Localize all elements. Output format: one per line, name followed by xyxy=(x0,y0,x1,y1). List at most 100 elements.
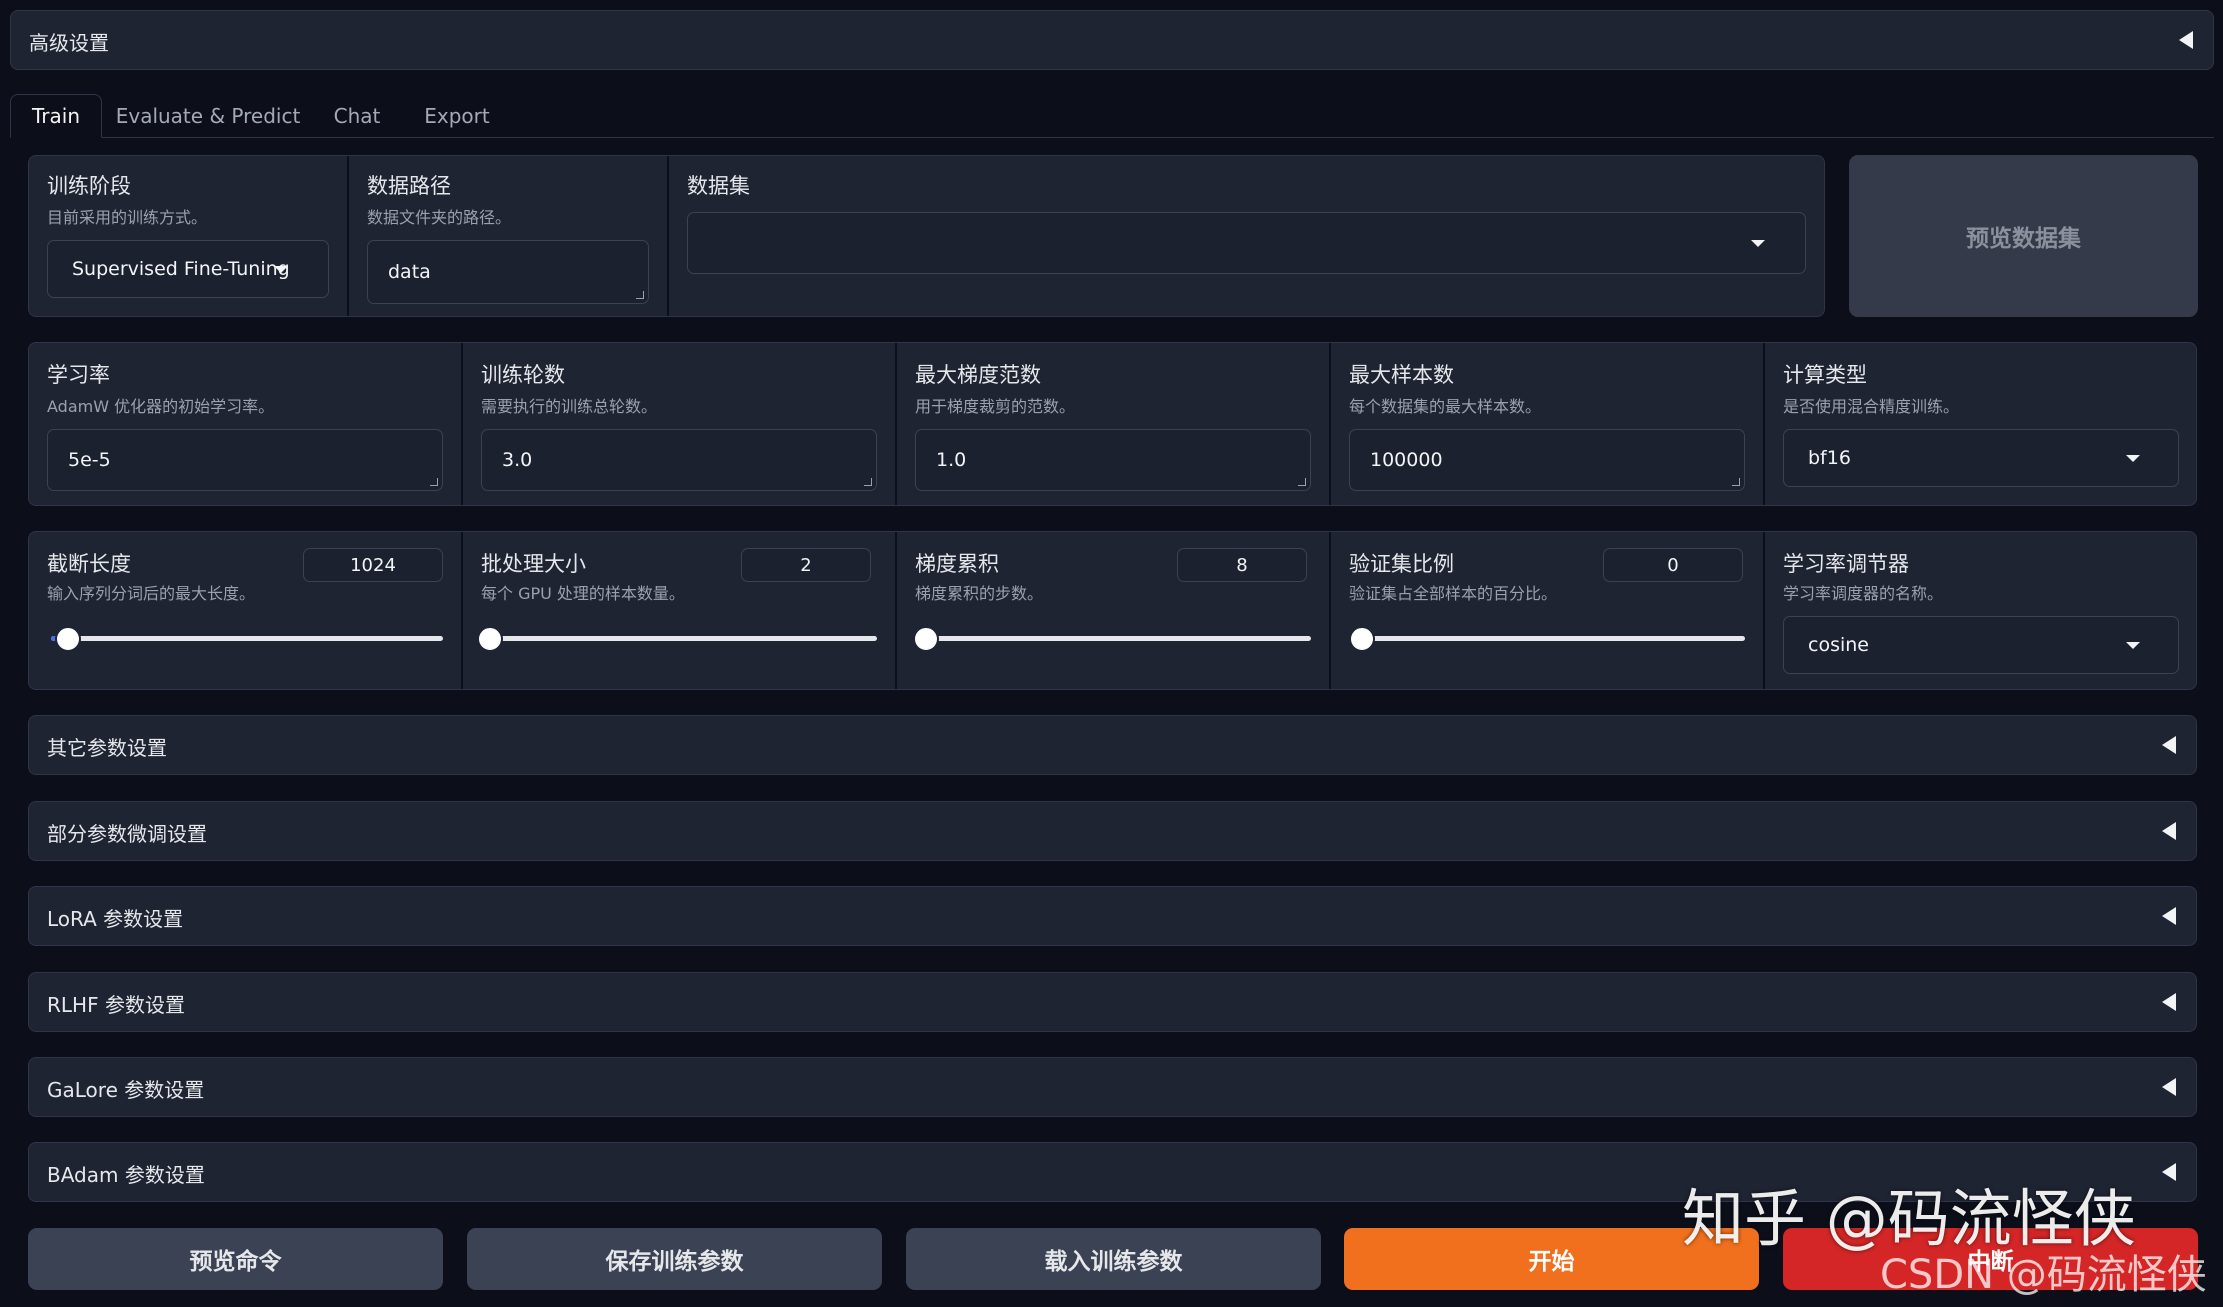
resize-handle-icon[interactable] xyxy=(636,291,644,299)
max-grad-norm-value: 1.0 xyxy=(936,449,967,471)
stage-label: 训练阶段 xyxy=(47,174,131,198)
dataset-select[interactable] xyxy=(687,212,1806,274)
learning-rate-desc: AdamW 优化器的初始学习率。 xyxy=(47,397,275,416)
dataset-dir-cell: 数据路径 数据文件夹的路径。 data xyxy=(349,156,667,316)
val-size-slider-knob[interactable] xyxy=(1349,626,1375,652)
dataset-cell: 数据集 xyxy=(669,156,1824,316)
preview-dataset-label: 预览数据集 xyxy=(1966,226,2081,252)
save-args-label: 保存训练参数 xyxy=(605,1249,744,1275)
compute-type-desc: 是否使用混合精度训练。 xyxy=(1783,397,1960,416)
accordion-label: RLHF 参数设置 xyxy=(47,993,185,1017)
max-samples-input[interactable]: 100000 xyxy=(1349,429,1745,491)
batch-size-slider-knob[interactable] xyxy=(477,626,503,652)
learning-rate-cell: 学习率 AdamW 优化器的初始学习率。 5e-5 xyxy=(29,343,461,505)
learning-rate-input[interactable]: 5e-5 xyxy=(47,429,443,491)
accordion-lora-params[interactable]: LoRA 参数设置 xyxy=(28,886,2197,946)
val-size-desc: 验证集占全部样本的百分比。 xyxy=(1349,584,1558,603)
val-size-label: 验证集比例 xyxy=(1349,552,1454,576)
cutoff-len-cell: 截断长度 输入序列分词后的最大长度。 1024 xyxy=(29,532,461,689)
val-size-cell: 验证集比例 验证集占全部样本的百分比。 0 xyxy=(1331,532,1763,689)
accordion-label: LoRA 参数设置 xyxy=(47,907,184,931)
training-params-panel: 学习率 AdamW 优化器的初始学习率。 5e-5 训练轮数 需要执行的训练总轮… xyxy=(28,342,2197,506)
compute-type-label: 计算类型 xyxy=(1783,363,1867,387)
resize-handle-icon[interactable] xyxy=(1298,478,1306,486)
accordion-galore-params[interactable]: GaLore 参数设置 xyxy=(28,1057,2197,1117)
resize-handle-icon[interactable] xyxy=(864,478,872,486)
accordion-label: 部分参数微调设置 xyxy=(47,822,207,846)
cutoff-len-desc: 输入序列分词后的最大长度。 xyxy=(47,584,256,603)
accordion-rlhf-params[interactable]: RLHF 参数设置 xyxy=(28,972,2197,1032)
lr-scheduler-cell: 学习率调节器 学习率调度器的名称。 cosine xyxy=(1765,532,2196,689)
val-size-number[interactable]: 0 xyxy=(1603,548,1743,582)
batch-size-number[interactable]: 2 xyxy=(741,548,871,582)
tab-evaluate-predict[interactable]: Evaluate & Predict xyxy=(112,94,304,138)
cutoff-len-number[interactable]: 1024 xyxy=(303,548,443,582)
save-args-button[interactable]: 保存训练参数 xyxy=(467,1228,882,1290)
preview-dataset-button[interactable]: 预览数据集 xyxy=(1849,155,2198,317)
val-size-value: 0 xyxy=(1667,554,1679,576)
chevron-down-icon xyxy=(1751,240,1765,247)
batch-size-cell: 批处理大小 每个 GPU 处理的样本数量。 2 xyxy=(463,532,895,689)
chevron-down-icon xyxy=(2126,455,2140,462)
collapse-triangle-icon xyxy=(2162,1163,2176,1181)
cutoff-len-slider-knob[interactable] xyxy=(55,626,81,652)
max-samples-desc: 每个数据集的最大样本数。 xyxy=(1349,397,1542,416)
epochs-label: 训练轮数 xyxy=(481,363,565,387)
grad-accum-track[interactable] xyxy=(919,636,1311,641)
stage-value: Supervised Fine-Tuning xyxy=(72,258,290,280)
preview-command-button[interactable]: 预览命令 xyxy=(28,1228,443,1290)
stage-cell: 训练阶段 目前采用的训练方式。 Supervised Fine-Tuning xyxy=(29,156,347,316)
epochs-input[interactable]: 3.0 xyxy=(481,429,877,491)
watermark-csdn: CSDN @码流怪侠 xyxy=(1880,1242,2207,1300)
accordion-label: 其它参数设置 xyxy=(47,736,167,760)
lr-scheduler-value: cosine xyxy=(1808,634,1869,656)
accordion-other-params[interactable]: 其它参数设置 xyxy=(28,715,2197,775)
learning-rate-label: 学习率 xyxy=(47,363,110,387)
cutoff-len-track[interactable] xyxy=(51,636,443,641)
dataset-dir-desc: 数据文件夹的路径。 xyxy=(367,208,512,227)
grad-accum-label: 梯度累积 xyxy=(915,552,999,576)
dataset-label: 数据集 xyxy=(687,174,750,198)
collapse-triangle-icon xyxy=(2162,1078,2176,1096)
batch-size-desc: 每个 GPU 处理的样本数量。 xyxy=(481,584,685,603)
grad-accum-number[interactable]: 8 xyxy=(1177,548,1307,582)
compute-type-select[interactable]: bf16 xyxy=(1783,429,2179,487)
resize-handle-icon[interactable] xyxy=(1732,478,1740,486)
preview-command-label: 预览命令 xyxy=(189,1249,282,1275)
accordion-label: GaLore 参数设置 xyxy=(47,1078,205,1102)
max-grad-norm-input[interactable]: 1.0 xyxy=(915,429,1311,491)
grad-accum-cell: 梯度累积 梯度累积的步数。 8 xyxy=(897,532,1329,689)
lr-scheduler-select[interactable]: cosine xyxy=(1783,616,2179,674)
accordion-freeze-params[interactable]: 部分参数微调设置 xyxy=(28,801,2197,861)
cutoff-len-label: 截断长度 xyxy=(47,552,131,576)
load-args-button[interactable]: 载入训练参数 xyxy=(906,1228,1321,1290)
data-config-panel: 训练阶段 目前采用的训练方式。 Supervised Fine-Tuning 数… xyxy=(28,155,1825,317)
dataset-dir-label: 数据路径 xyxy=(367,174,451,198)
collapse-triangle-icon xyxy=(2179,31,2193,49)
batch-size-label: 批处理大小 xyxy=(481,552,586,576)
load-args-label: 载入训练参数 xyxy=(1044,1249,1183,1275)
tab-train[interactable]: Train xyxy=(10,94,102,138)
collapse-triangle-icon xyxy=(2162,736,2176,754)
stage-select[interactable]: Supervised Fine-Tuning xyxy=(47,240,329,298)
grad-accum-slider-knob[interactable] xyxy=(913,626,939,652)
resize-handle-icon[interactable] xyxy=(430,478,438,486)
max-grad-norm-desc: 用于梯度裁剪的范数。 xyxy=(915,397,1076,416)
tab-chat[interactable]: Chat xyxy=(318,94,396,138)
tab-export-label: Export xyxy=(424,104,490,128)
batch-size-track[interactable] xyxy=(485,636,877,641)
tab-chat-label: Chat xyxy=(333,104,381,128)
collapse-triangle-icon xyxy=(2162,907,2176,925)
stage-desc: 目前采用的训练方式。 xyxy=(47,208,208,227)
epochs-desc: 需要执行的训练总轮数。 xyxy=(481,397,658,416)
collapse-triangle-icon xyxy=(2162,822,2176,840)
lr-scheduler-desc: 学习率调度器的名称。 xyxy=(1783,584,1944,603)
tab-export[interactable]: Export xyxy=(410,94,504,138)
collapse-triangle-icon xyxy=(2162,993,2176,1011)
val-size-track[interactable] xyxy=(1353,636,1745,641)
batch-size-value: 2 xyxy=(800,554,812,576)
max-grad-norm-label: 最大梯度范数 xyxy=(915,363,1041,387)
advanced-settings-header[interactable]: 高级设置 xyxy=(10,10,2214,70)
dataset-dir-input[interactable]: data xyxy=(367,240,649,304)
grad-accum-desc: 梯度累积的步数。 xyxy=(915,584,1044,603)
